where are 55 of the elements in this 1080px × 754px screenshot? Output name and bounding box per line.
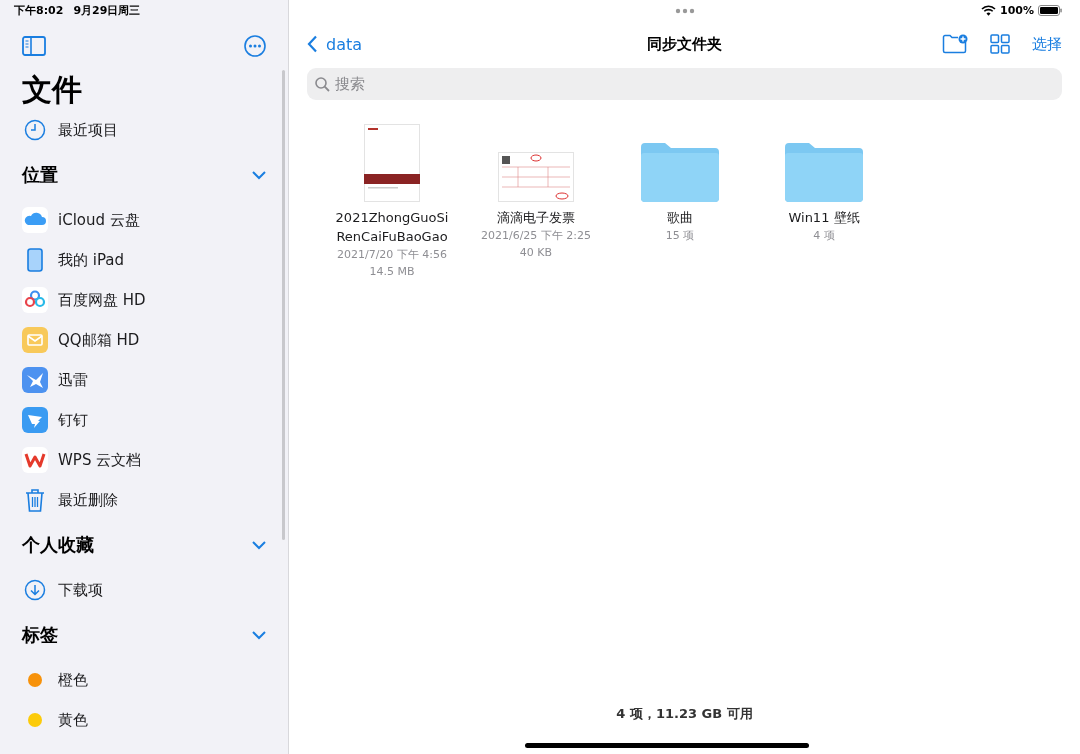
sidebar-item[interactable]: iCloud 云盘 xyxy=(22,200,266,240)
file-name: Win11 壁纸 xyxy=(787,209,861,227)
section-header: 位置 xyxy=(22,163,58,187)
file-info: 15 项 xyxy=(665,228,695,244)
sidebar-item[interactable]: WPS 云文档 xyxy=(22,440,266,480)
chevron-icon[interactable] xyxy=(252,540,266,550)
back-button[interactable]: data xyxy=(307,34,363,54)
search-field[interactable]: 搜索 xyxy=(307,68,1062,100)
status-time: 下午8:02 xyxy=(14,2,64,18)
sidebar-item[interactable]: 最近项目 xyxy=(22,110,266,150)
multitasking-icon[interactable] xyxy=(674,8,695,14)
section-header: 个人收藏 xyxy=(22,533,94,557)
status-date: 9月29日周三 xyxy=(73,2,141,18)
file-info: 4 项 xyxy=(813,228,835,244)
sidebar-item[interactable]: 迅雷 xyxy=(22,360,266,400)
invoice-thumbnail[interactable] xyxy=(498,152,574,202)
w-logo-icon xyxy=(22,447,48,473)
sidebar-item[interactable]: 钉钉 xyxy=(22,400,266,440)
bird-icon xyxy=(22,367,48,393)
chevron-icon[interactable] xyxy=(252,170,266,180)
wing-icon xyxy=(22,407,48,433)
sidebar-item[interactable]: 百度网盘 HD xyxy=(22,280,266,320)
sidebar-title: 文件 xyxy=(22,71,83,109)
chevron-left-icon xyxy=(307,35,318,53)
clock-icon xyxy=(22,119,48,141)
more-icon[interactable] xyxy=(244,35,266,57)
file-info: 14.5 MB xyxy=(369,264,415,280)
sidebar-item[interactable]: 黄色 xyxy=(22,700,266,740)
file-name: 滴滴电子发票 xyxy=(496,209,576,227)
document-thumbnail[interactable] xyxy=(364,124,420,202)
sidebar-item[interactable]: 我的 iPad xyxy=(22,240,266,280)
envelope-icon xyxy=(22,327,48,353)
download-icon xyxy=(22,579,48,601)
file-name: 2021ZhongGuoSi RenCaiFuBaoGao xyxy=(334,209,450,246)
file-name: 歌曲 xyxy=(666,209,694,227)
folder-title: 同步文件夹 xyxy=(647,34,722,54)
cloud-icon xyxy=(22,207,48,233)
new-folder-icon[interactable] xyxy=(942,34,968,54)
select-button[interactable]: 选择 xyxy=(1032,34,1062,54)
file-info: 40 KB xyxy=(519,245,553,261)
grid-icon[interactable] xyxy=(990,34,1010,54)
file-info: 2021/6/25 下午 2:25 xyxy=(480,228,592,244)
battery-percent: 100% xyxy=(1000,4,1034,17)
sidebar-toggle-icon[interactable] xyxy=(22,36,46,56)
file-info: 2021/7/20 下午 4:56 xyxy=(336,247,448,263)
sidebar-item[interactable]: QQ邮箱 HD xyxy=(22,320,266,360)
sidebar-item[interactable]: 下载项 xyxy=(22,570,266,610)
sidebar-item[interactable]: 橙色 xyxy=(22,660,266,700)
cloud-rings-icon xyxy=(22,287,48,313)
storage-summary: 4 项，11.23 GB 可用 xyxy=(616,705,753,723)
sidebar-item[interactable]: 最近删除 xyxy=(22,480,266,520)
wifi-icon xyxy=(981,5,996,16)
chevron-icon[interactable] xyxy=(252,630,266,640)
battery-icon xyxy=(1038,5,1062,16)
section-header: 标签 xyxy=(22,623,58,647)
